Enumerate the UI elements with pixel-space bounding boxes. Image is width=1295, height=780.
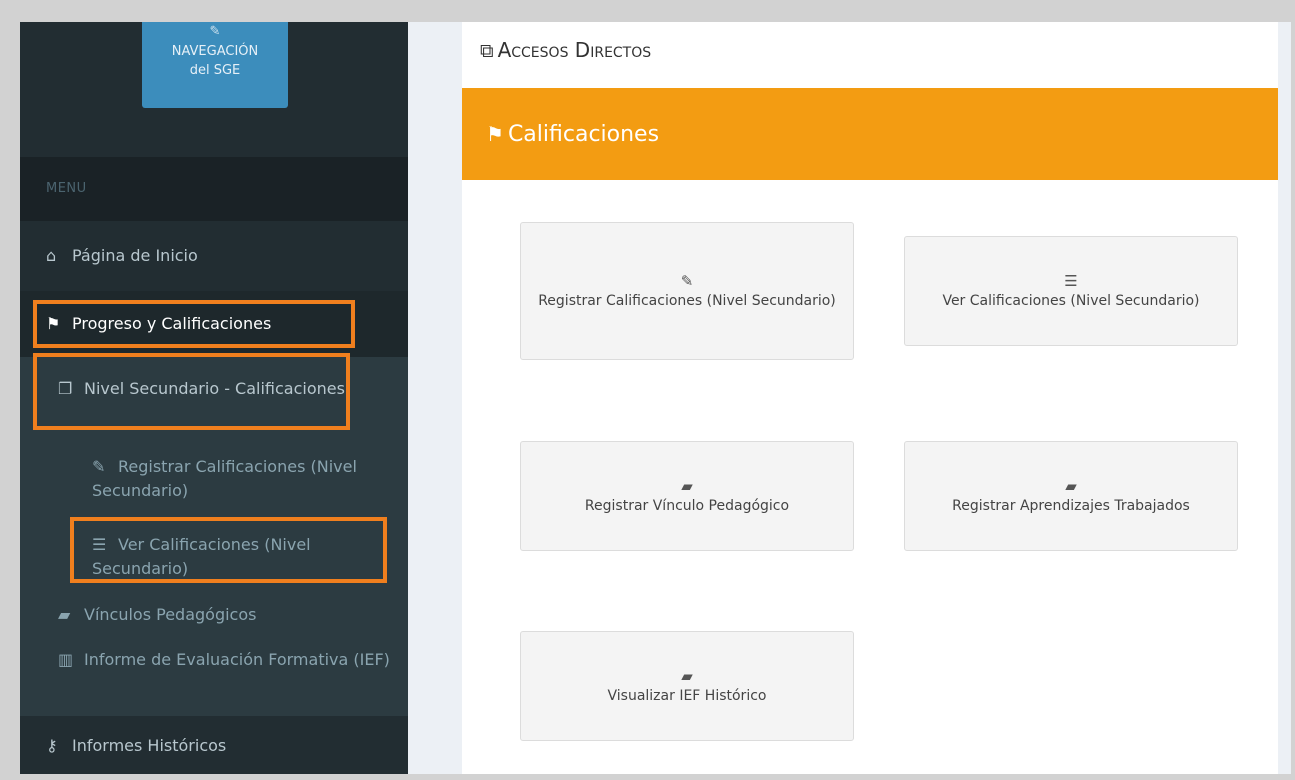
card-registrar-calificaciones[interactable]: ✎ Registrar Calificaciones (Nivel Secund… [520,222,854,360]
nav-button-line2: del SGE [189,63,241,78]
card-label: Visualizar IEF Histórico [607,688,767,704]
list-ol-icon: ☰ [1064,272,1078,290]
sidebar-item-historicos[interactable]: ⚷ Informes Históricos [20,716,408,774]
sidebar-item-ver-calificaciones[interactable]: ☰ Ver Calificaciones (Nivel Secundario) [20,529,408,585]
book-icon: ▰ [681,667,693,685]
sidebar-top: ✎ NAVEGACIÓN del SGE [20,22,408,157]
card-label: Registrar Vínculo Pedagógico [584,498,790,514]
menu-header: MENU [20,157,408,221]
navegacion-sge-button[interactable]: ✎ NAVEGACIÓN del SGE [142,22,288,108]
card-registrar-vinculo[interactable]: ▰ Registrar Vínculo Pedagógico [520,441,854,551]
sidebar-item-progreso[interactable]: ⚑ Progreso y Calificaciones [20,291,408,357]
sidebar-item-nivel-secundario[interactable]: ❐ Nivel Secundario - Calificaciones [20,371,408,431]
nav-button-line1: NAVEGACIÓN [171,44,259,59]
card-label: Registrar Aprendizajes Trabajados [952,498,1190,514]
edit-icon: ✎ [209,24,221,39]
external-link-icon: ⧉ [480,40,494,62]
card-visualizar-ief[interactable]: ▰ Visualizar IEF Histórico [520,631,854,741]
map-icon: ▥ [58,650,74,669]
flag-checkered-icon: ⚑ [486,122,504,146]
home-icon: ⌂ [46,246,57,265]
card-label: Ver Calificaciones (Nivel Secundario) [942,293,1200,309]
flag-checkered-icon: ⚑ [46,314,61,333]
book-icon: ▰ [1065,477,1077,495]
sidebar-item-label: Progreso y Calificaciones [72,314,272,333]
card-label: Registrar Calificaciones (Nivel Secundar… [538,293,836,309]
card-registrar-aprendizajes[interactable]: ▰ Registrar Aprendizajes Trabajados [904,441,1238,551]
sidebar-item-label: Informes Históricos [72,736,227,755]
sidebar-item-home[interactable]: ⌂ Página de Inicio [20,221,408,291]
sidebar: ✎ NAVEGACIÓN del SGE MENU ⌂ Página de Ini… [20,22,408,774]
sidebar-item-label: Registrar Calificaciones (Nivel Secundar… [92,457,357,500]
sidebar-item-label: Página de Inicio [72,246,198,265]
app-frame: ✎ NAVEGACIÓN del SGE MENU ⌂ Página de Ini… [20,22,1291,774]
main-content: ⧉ Accesos Directos ⚑ Calificaciones ✎ Regi… [462,22,1278,774]
sidebar-item-label: Vínculos Pedagógicos [84,605,257,624]
card-ver-calificaciones[interactable]: ☰ Ver Calificaciones (Nivel Secundario) [904,236,1238,346]
copy-icon: ❐ [58,379,73,398]
section-header: ⚑ Calificaciones [462,88,1278,180]
sidebar-item-ief[interactable]: ▥ Informe de Evaluación Formativa (IEF) [20,647,408,703]
key-icon: ⚷ [46,736,58,755]
sidebar-item-registrar-calificaciones[interactable]: ✎ Registrar Calificaciones (Nivel Secunda… [20,451,408,507]
sidebar-item-label: Ver Calificaciones (Nivel Secundario) [92,535,311,578]
edit-icon: ✎ [92,457,106,476]
page-title-text: Accesos Directos [497,38,652,62]
book-icon: ▰ [58,605,71,624]
sidebar-item-label: Nivel Secundario - Calificaciones [84,379,345,398]
page-title: ⧉ Accesos Directos [462,22,1278,88]
list-ol-icon: ☰ [92,535,107,554]
sidebar-item-vinculos[interactable]: ▰ Vínculos Pedagógicos [20,599,408,631]
section-title: Calificaciones [507,122,660,147]
book-icon: ▰ [681,477,693,495]
sidebar-item-label: Informe de Evaluación Formativa (IEF) [84,650,390,669]
edit-icon: ✎ [680,272,694,290]
